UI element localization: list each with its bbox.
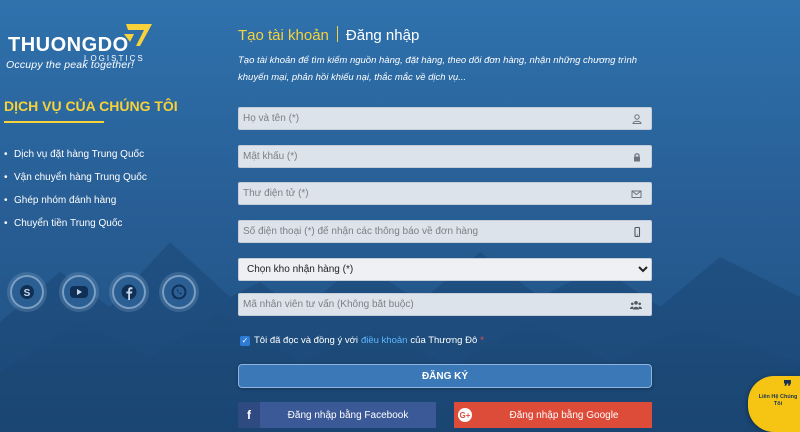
- service-item-shipping[interactable]: Vận chuyển hàng Trung Quốc: [4, 171, 147, 194]
- logo-mark-icon: [124, 24, 152, 46]
- terms-checkbox[interactable]: ✓: [240, 335, 250, 346]
- brand-tagline: Occupy the peak together!: [6, 59, 135, 71]
- email-input[interactable]: [239, 183, 651, 204]
- skype-icon: S: [20, 285, 34, 299]
- service-item-group-buy[interactable]: Ghép nhóm đánh hàng: [4, 194, 147, 217]
- email-field-wrapper: [238, 182, 652, 205]
- facebook-icon: [121, 284, 137, 300]
- google-plus-icon: G+: [454, 402, 476, 428]
- terms-agreement: ✓ Tôi đã đọc và đồng ý với điều khoản củ…: [240, 335, 484, 346]
- contact-us-label: Liên Hệ Chúng Tôi: [758, 394, 798, 407]
- facebook-login-label: Đăng nhập bằng Facebook: [287, 409, 409, 421]
- svg-text:S: S: [24, 288, 31, 299]
- service-item-money-transfer[interactable]: Chuyển tiền Trung Quốc: [4, 217, 147, 240]
- warehouse-select[interactable]: Chọn kho nhận hàng (*): [239, 259, 651, 280]
- staff-code-field-wrapper: [238, 293, 652, 316]
- lock-icon: [634, 153, 640, 162]
- facebook-f-icon: f: [238, 402, 260, 428]
- agree-suffix-text: của Thương Đô: [410, 335, 478, 346]
- register-button[interactable]: ĐĂNG KÝ: [238, 364, 652, 388]
- required-marker: *: [480, 335, 484, 346]
- google-login-button[interactable]: G+ Đăng nhập bằng Google: [454, 402, 652, 428]
- user-icon: [632, 114, 642, 124]
- whatsapp-icon: [171, 284, 187, 300]
- mobile-phone-icon: [634, 227, 641, 237]
- auth-tabs: Tạo tài khoản Đăng nhập: [238, 26, 419, 44]
- envelope-icon: [631, 190, 642, 198]
- phone-input[interactable]: [239, 221, 651, 242]
- tab-login[interactable]: Đăng nhập: [346, 27, 419, 44]
- services-divider: [4, 121, 104, 123]
- service-item-ordering[interactable]: Dịch vụ đặt hàng Trung Quốc: [4, 148, 147, 171]
- contact-us-widget[interactable]: ❞ Liên Hệ Chúng Tôi: [748, 376, 800, 432]
- youtube-icon: [70, 286, 88, 298]
- full-name-field-wrapper: [238, 107, 652, 130]
- whatsapp-button[interactable]: [162, 275, 196, 309]
- services-title: DỊCH VỤ CỦA CHÚNG TÔI: [4, 98, 178, 114]
- youtube-button[interactable]: [62, 275, 96, 309]
- agree-prefix-text: Tôi đã đọc và đồng ý với: [254, 335, 358, 346]
- full-name-input[interactable]: [239, 108, 651, 129]
- password-field-wrapper: [238, 145, 652, 168]
- tab-signup[interactable]: Tạo tài khoản: [238, 27, 329, 44]
- terms-link[interactable]: điều khoản: [361, 335, 407, 346]
- staff-code-input[interactable]: [239, 294, 651, 315]
- facebook-button[interactable]: [112, 275, 146, 309]
- tab-separator: [336, 26, 338, 42]
- password-input[interactable]: [239, 146, 651, 167]
- facebook-login-button[interactable]: f Đăng nhập bằng Facebook: [238, 402, 436, 428]
- skype-button[interactable]: S: [10, 275, 44, 309]
- google-login-label: Đăng nhập bằng Google: [509, 409, 619, 421]
- warehouse-select-wrapper: Chọn kho nhận hàng (*): [238, 258, 652, 281]
- signup-intro-text: Tạo tài khoản để tìm kiếm nguồn hàng, đặ…: [238, 55, 638, 83]
- phone-field-wrapper: [238, 220, 652, 243]
- users-icon: [630, 301, 642, 310]
- services-list: Dịch vụ đặt hàng Trung Quốc Vận chuyển h…: [4, 148, 147, 240]
